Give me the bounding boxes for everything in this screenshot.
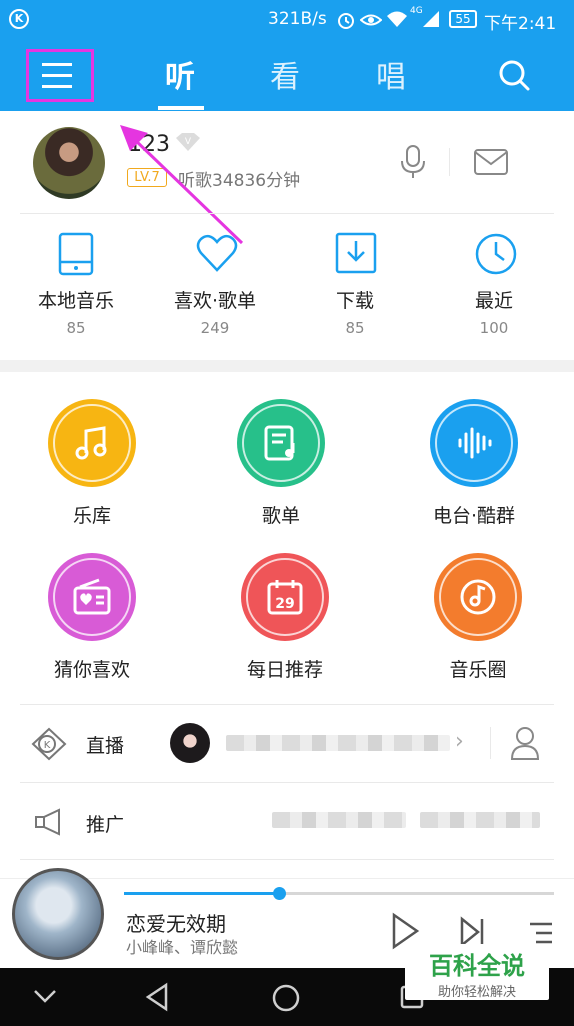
quick-label: 最近 [474, 290, 513, 312]
vertical-divider [449, 148, 450, 176]
network-speed: 321B/s [268, 9, 327, 29]
watermark: 百科全说 助你轻松解决 [405, 944, 549, 1000]
grid-label: 音乐圈 [449, 659, 507, 681]
chevron-right-icon: › [455, 729, 464, 754]
music-disc-icon [460, 579, 496, 615]
battery-indicator: 55 [449, 10, 477, 28]
heart-icon [196, 234, 238, 272]
status-bar: K 321B/s 4G 55 下午2:41 [0, 0, 574, 40]
clock: 下午2:41 [484, 14, 557, 34]
album-cover[interactable] [12, 868, 104, 960]
grid-label: 乐库 [72, 505, 111, 527]
download-icon [335, 232, 377, 274]
music-note-icon [75, 426, 107, 460]
hide-nav-icon[interactable] [33, 988, 57, 1004]
clock-icon [475, 233, 517, 275]
kugou-live-icon: K [31, 727, 67, 761]
playlist-button[interactable]: 歌单 [211, 399, 351, 528]
blurred-live-text [226, 735, 450, 751]
quick-label: 本地音乐 [37, 290, 114, 312]
radio-heart-icon [73, 578, 111, 615]
home-icon[interactable] [271, 983, 301, 1013]
quick-label: 喜欢·歌单 [173, 290, 257, 312]
tab-watch[interactable]: 看 [270, 52, 300, 96]
download-button[interactable]: 下载 85 [295, 230, 415, 337]
live-label: 直播 [86, 735, 125, 757]
voice-recognize-icon[interactable] [398, 143, 428, 179]
grid-label: 每日推荐 [246, 659, 323, 681]
watermark-subtitle: 助你轻松解决 [437, 985, 516, 1000]
megaphone-icon [35, 808, 60, 836]
calendar-icon: 29 [267, 580, 303, 615]
radio-group-button[interactable]: 电台·酷群 [404, 399, 544, 528]
grid-circle [237, 399, 325, 487]
grid-circle [48, 399, 136, 487]
blurred-promo-text [272, 812, 406, 828]
favorites-playlist-button[interactable]: 喜欢·歌单 249 [155, 230, 275, 337]
section-separator [0, 360, 574, 372]
song-title[interactable]: 恋爱无效期 [126, 908, 226, 937]
live-row[interactable]: K 直播 › [0, 705, 574, 781]
quick-count: 100 [479, 319, 509, 337]
guess-you-like-button[interactable]: 猜你喜欢 [22, 553, 162, 682]
avatar[interactable] [33, 127, 105, 199]
grid-circle [430, 399, 518, 487]
song-artist[interactable]: 小峰峰、谭欣懿 [126, 934, 238, 958]
search-icon[interactable] [497, 58, 531, 92]
tab-listen[interactable]: 听 [165, 52, 195, 96]
progress-knob[interactable] [272, 887, 286, 900]
mail-icon[interactable] [473, 148, 509, 176]
top-navigation: 听 看 唱 [0, 40, 574, 111]
quick-label: 下载 [335, 290, 374, 312]
promo-row[interactable]: 推广 [0, 783, 574, 859]
music-library-button[interactable]: 乐库 [22, 399, 162, 528]
back-icon[interactable] [144, 982, 170, 1012]
app-k-icon: K [9, 9, 29, 29]
grid-label: 歌单 [261, 505, 300, 527]
quick-count: 85 [66, 319, 86, 337]
soundwave-icon [458, 427, 492, 459]
row-divider [20, 859, 554, 860]
grid-circle: 29 [241, 553, 329, 641]
grid-circle [48, 553, 136, 641]
blurred-promo-text [420, 812, 540, 828]
alarm-icon [338, 13, 354, 29]
progress-fill [124, 892, 279, 895]
user-icon[interactable] [510, 725, 540, 761]
svg-text:K: K [44, 740, 51, 751]
promo-label: 推广 [86, 814, 125, 836]
vertical-divider [490, 727, 491, 759]
wifi-icon [387, 11, 407, 27]
grid-circle [434, 553, 522, 641]
lte-label: 4G [410, 6, 423, 16]
playlist-queue-icon[interactable] [528, 920, 554, 946]
tab-sing[interactable]: 唱 [376, 52, 406, 96]
live-avatar[interactable] [170, 723, 210, 763]
profile-divider [20, 213, 554, 214]
music-circle-button[interactable]: 音乐圈 [408, 553, 548, 682]
grid-label: 猜你喜欢 [53, 659, 130, 681]
active-tab-indicator [158, 106, 204, 110]
phone-icon [58, 232, 94, 276]
menu-button[interactable] [26, 49, 94, 102]
quick-count: 249 [200, 319, 230, 337]
recent-button[interactable]: 最近 100 [434, 230, 554, 337]
local-music-button[interactable]: 本地音乐 85 [16, 230, 136, 337]
quick-count: 85 [345, 319, 365, 337]
signal-icon [423, 11, 439, 27]
daily-recommend-button[interactable]: 29 每日推荐 [215, 553, 355, 682]
grid-label: 电台·酷群 [432, 505, 516, 527]
playlist-icon [264, 425, 295, 461]
calendar-day: 29 [275, 596, 294, 612]
eye-icon [360, 14, 382, 26]
watermark-title: 百科全说 [429, 952, 525, 980]
